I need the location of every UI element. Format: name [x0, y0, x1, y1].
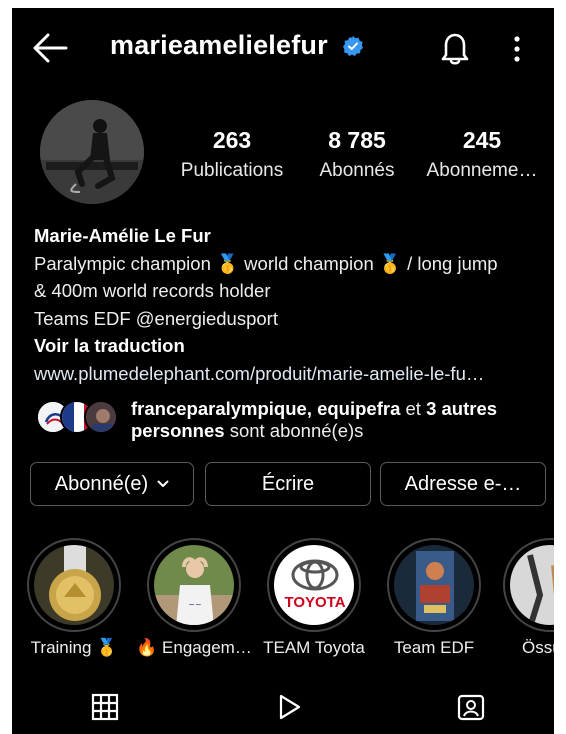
- highlight-label: TEAM Toyota: [263, 638, 365, 657]
- highlight-ring: TOYOTA: [267, 538, 361, 632]
- followed-by-others[interactable]: 3 autres: [426, 398, 497, 419]
- bio-text: Paralympic champion: [34, 252, 216, 274]
- more-vertical-icon[interactable]: [510, 34, 524, 64]
- highlight-ring: [27, 538, 121, 632]
- profile-full-name: Marie-Amélie Le Fur: [34, 225, 211, 246]
- arrow-left-icon[interactable]: [30, 30, 70, 66]
- toyota-logo-thumbnail: TOYOTA: [274, 545, 354, 625]
- see-translation-link[interactable]: Voir la traduction: [34, 332, 544, 360]
- bio-website-link[interactable]: www.plumedelephant.com/produit/marie-ame…: [34, 360, 544, 388]
- verified-badge-icon: [343, 36, 363, 56]
- toyota-logo-text: TOYOTA: [284, 594, 345, 611]
- stat-following-label: Abonneme…: [426, 160, 538, 181]
- highlight-label: Team EDF: [393, 638, 475, 657]
- followed-by-persons[interactable]: personnes: [131, 420, 225, 441]
- highlight-training[interactable]: Training 🥇: [26, 538, 122, 657]
- tagged-user-icon[interactable]: [456, 692, 486, 722]
- stat-following-count: 245: [462, 127, 502, 153]
- followed-by-et: et: [400, 398, 427, 419]
- message-button[interactable]: Écrire: [205, 462, 371, 506]
- profile-avatar[interactable]: [40, 100, 144, 204]
- bio-line-1: Paralympic champion 🥇 world champion 🥇 /…: [34, 250, 544, 278]
- highlight-team-toyota[interactable]: TOYOTA TEAM Toyota: [263, 538, 365, 657]
- email-button-label: Adresse e-…: [404, 472, 522, 495]
- highlight-engagement[interactable]: ~~ 🔥 Engagem…: [136, 538, 252, 657]
- followed-by-text[interactable]: franceparalympique, equipefra et 3 autre…: [131, 398, 541, 442]
- bio-text: world champion: [239, 252, 379, 274]
- bell-icon[interactable]: [438, 30, 472, 66]
- bio-line-2: & 400m world records holder: [34, 280, 271, 301]
- profile-screen: marieamelielefur 263 Publications 8 785 …: [12, 8, 554, 734]
- highlight-ring: [503, 538, 554, 632]
- highlight-ring: [387, 538, 481, 632]
- stat-posts[interactable]: 263 Publications: [172, 126, 292, 184]
- stat-posts-count: 263: [212, 127, 252, 153]
- grid-icon[interactable]: [90, 692, 120, 722]
- stat-followers-label: Abonnés: [319, 160, 395, 181]
- highlight-label: Össu: [522, 638, 554, 657]
- movie-poster-thumbnail: [394, 545, 474, 625]
- followed-by-users[interactable]: franceparalympique, equipefra: [131, 398, 400, 419]
- stat-following[interactable]: 245 Abonneme…: [422, 126, 542, 184]
- stat-followers-count: 8 785: [328, 127, 386, 153]
- stat-followers[interactable]: 8 785 Abonnés: [310, 126, 404, 184]
- follower-avatar-other: [84, 400, 118, 434]
- highlight-ring: ~~: [147, 538, 241, 632]
- prosthetic-thumbnail: [510, 545, 554, 625]
- highlight-label: Training 🥇: [30, 638, 118, 657]
- email-button[interactable]: Adresse e-…: [380, 462, 546, 506]
- followed-by-suffix: sont abonné(e)s: [224, 420, 364, 441]
- person-heart-thumbnail: ~~: [154, 545, 234, 625]
- gold-medal-emoji: 🥇: [378, 252, 402, 274]
- medal-thumbnail: [34, 545, 114, 625]
- svg-text:~~: ~~: [188, 600, 201, 609]
- profile-header: marieamelielefur: [12, 8, 554, 86]
- following-button-label: Abonné(e): [54, 472, 149, 495]
- highlight-team-edf[interactable]: Team EDF: [386, 538, 482, 657]
- following-button[interactable]: Abonné(e): [30, 462, 194, 506]
- stat-posts-label: Publications: [180, 160, 284, 181]
- highlight-label: 🔥 Engagem…: [136, 638, 252, 657]
- chevron-down-icon: [157, 480, 169, 487]
- highlight-ossur[interactable]: Össu: [502, 538, 554, 657]
- profile-username: marieamelielefur: [110, 30, 328, 60]
- bio-text: / long jump: [401, 252, 498, 274]
- reels-play-icon[interactable]: [274, 692, 304, 722]
- gold-medal-emoji: 🥇: [216, 252, 240, 274]
- message-button-label: Écrire: [261, 472, 315, 495]
- profile-bio: Marie-Amélie Le Fur Paralympic champion …: [34, 222, 544, 387]
- bio-line-3: Teams EDF @energiedusport: [34, 307, 278, 329]
- followed-by-avatars[interactable]: [36, 400, 118, 436]
